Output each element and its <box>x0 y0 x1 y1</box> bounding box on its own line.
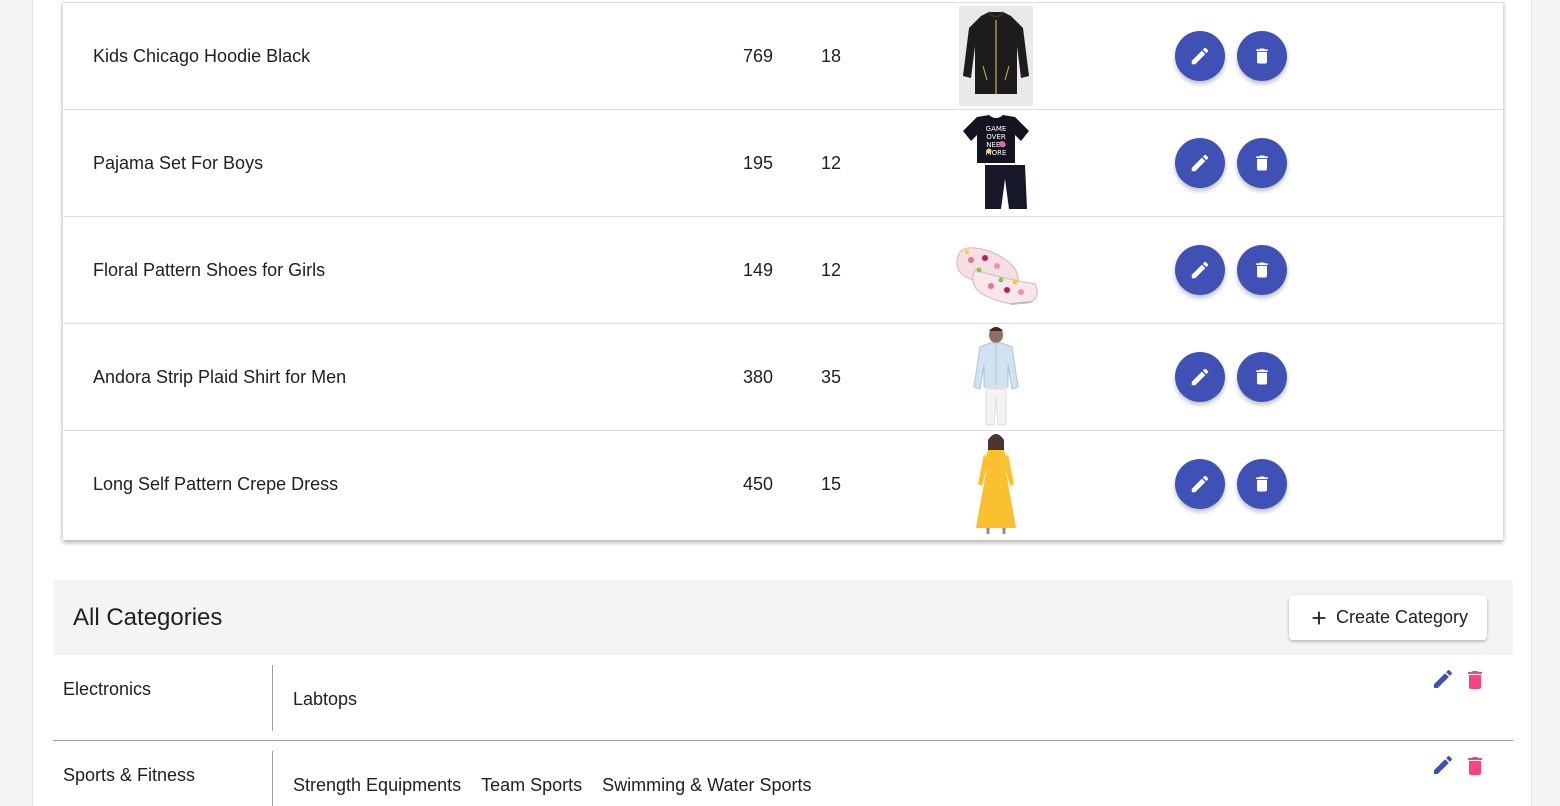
delete-product-button[interactable] <box>1237 245 1287 295</box>
product-price: 450 <box>742 474 773 494</box>
subcategory-list: Strength Equipments Team Sports Swimming… <box>293 775 812 796</box>
product-price: 195 <box>742 153 773 173</box>
product-image-hoodie <box>949 3 1043 109</box>
edit-category-button[interactable] <box>1431 753 1455 782</box>
product-quantity: 35 <box>821 367 842 387</box>
pencil-icon <box>1191 154 1209 172</box>
delete-product-button[interactable] <box>1237 459 1287 509</box>
column-divider <box>272 665 273 731</box>
column-divider <box>272 751 273 806</box>
svg-text:OVER: OVER <box>986 133 1006 141</box>
subcategory-item: Team Sports <box>481 775 583 795</box>
table-row: Long Self Pattern Crepe Dress 450 15 <box>63 430 1503 537</box>
product-quantity: 15 <box>821 474 842 494</box>
product-image-dress <box>949 431 1043 537</box>
pencil-icon <box>1191 47 1209 65</box>
subcategory-item: Strength Equipments <box>293 775 462 795</box>
product-quantity: 12 <box>821 153 842 173</box>
pencil-icon <box>1191 261 1209 279</box>
delete-product-button[interactable] <box>1237 352 1287 402</box>
subcategory-item: Labtops <box>293 689 358 709</box>
product-name: Floral Pattern Shoes for Girls <box>93 260 326 280</box>
pencil-icon <box>1191 475 1209 493</box>
pencil-icon <box>1434 755 1453 774</box>
product-image-shoes <box>949 217 1043 323</box>
edit-product-button[interactable] <box>1175 352 1225 402</box>
table-row: Floral Pattern Shoes for Girls 149 12 <box>63 216 1503 323</box>
delete-product-button[interactable] <box>1237 138 1287 188</box>
product-image-shirt <box>949 324 1043 430</box>
table-row: Kids Chicago Hoodie Black 769 18 <box>63 2 1503 109</box>
category-name: Sports & Fitness <box>63 765 196 785</box>
subcategory-list: Labtops <box>293 689 357 710</box>
categories-header: All Categories Create Category <box>53 580 1513 655</box>
delete-category-button[interactable] <box>1463 753 1487 784</box>
product-price: 149 <box>742 260 773 280</box>
trash-icon <box>1256 476 1268 492</box>
trash-icon <box>1256 369 1268 385</box>
product-name: Andora Strip Plaid Shirt for Men <box>93 367 347 387</box>
create-category-button[interactable]: Create Category <box>1289 595 1487 640</box>
edit-product-button[interactable] <box>1175 245 1225 295</box>
pencil-icon <box>1434 669 1453 688</box>
svg-text:GAME: GAME <box>986 125 1007 133</box>
product-name: Kids Chicago Hoodie Black <box>93 46 311 66</box>
edit-product-button[interactable] <box>1175 31 1225 81</box>
trash-icon <box>1256 155 1268 171</box>
trash-icon <box>1468 671 1482 689</box>
page-content: Kids Chicago Hoodie Black 769 18 Pajama … <box>32 0 1532 806</box>
products-table: Kids Chicago Hoodie Black 769 18 Pajama … <box>63 0 1503 540</box>
edit-product-button[interactable] <box>1175 459 1225 509</box>
plus-icon <box>1312 611 1326 624</box>
product-name: Long Self Pattern Crepe Dress <box>93 474 339 494</box>
product-price: 380 <box>742 367 773 387</box>
trash-icon <box>1468 757 1482 775</box>
subcategory-item: Swimming & Water Sports <box>602 775 812 795</box>
trash-icon <box>1256 262 1268 278</box>
category-row: Sports & Fitness Strength Equipments Tea… <box>53 741 1513 806</box>
delete-product-button[interactable] <box>1237 31 1287 81</box>
category-name: Electronics <box>63 679 152 699</box>
product-price: 769 <box>742 46 773 66</box>
create-category-label: Create Category <box>1335 607 1469 627</box>
categories-title: All Categories <box>73 604 223 631</box>
delete-category-button[interactable] <box>1463 667 1487 698</box>
edit-category-button[interactable] <box>1431 667 1455 696</box>
category-row: Electronics Labtops <box>53 655 1513 741</box>
table-row: Andora Strip Plaid Shirt for Men 380 35 <box>63 323 1503 430</box>
edit-product-button[interactable] <box>1175 138 1225 188</box>
trash-icon <box>1256 48 1268 64</box>
product-image-pajama: GAME OVER NEED MORE <box>949 110 1043 216</box>
product-quantity: 12 <box>821 260 842 280</box>
pencil-icon <box>1191 368 1209 386</box>
product-name: Pajama Set For Boys <box>93 153 264 173</box>
table-row: Pajama Set For Boys 195 12 GAME OVER NEE… <box>63 109 1503 216</box>
product-quantity: 18 <box>821 46 842 66</box>
